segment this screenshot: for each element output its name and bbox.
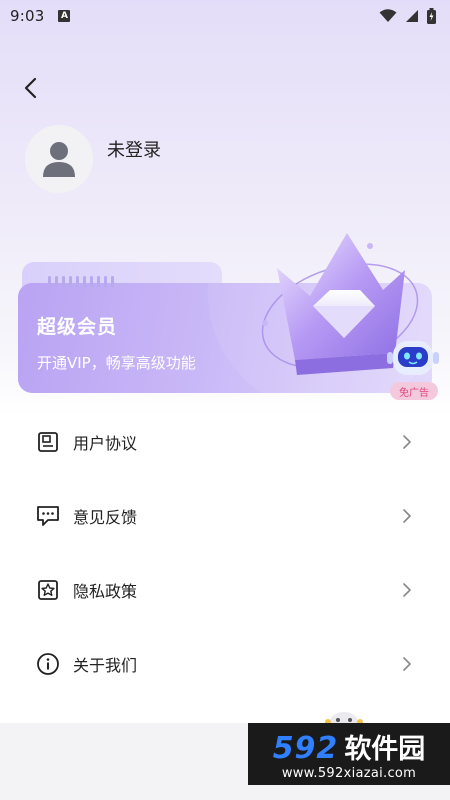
- chevron-right-icon: [400, 580, 414, 600]
- document-icon: [36, 430, 60, 454]
- status-icons: [379, 8, 436, 24]
- vip-tab-marks: [48, 276, 114, 287]
- menu-label: 关于我们: [73, 656, 138, 675]
- menu-label: 意见反馈: [73, 508, 138, 527]
- watermark-number: 592: [272, 731, 339, 766]
- watermark-url: www.592xiazai.com: [281, 766, 417, 781]
- menu-item-user-agreement[interactable]: 用户协议: [0, 412, 450, 472]
- menu-item-feedback[interactable]: 意见反馈: [0, 486, 450, 546]
- avatar[interactable]: [25, 125, 93, 193]
- login-status-text[interactable]: 未登录: [107, 136, 161, 162]
- battery-icon: [427, 8, 436, 24]
- chevron-right-icon: [400, 506, 414, 526]
- robot-icon: [387, 341, 439, 375]
- back-button[interactable]: [16, 72, 44, 104]
- menu-item-privacy-policy[interactable]: 隐私政策: [0, 560, 450, 620]
- wifi-icon: [379, 9, 397, 22]
- notification-a-icon: A: [58, 10, 71, 22]
- signal-icon: [406, 10, 418, 22]
- status-bar: 9:03 A: [0, 0, 450, 32]
- watermark: 592 软件园 www.592xiazai.com: [248, 723, 450, 785]
- chevron-left-icon: [24, 77, 37, 99]
- feedback-icon: [36, 504, 60, 528]
- vip-subtitle: 开通VIP，畅享高级功能: [37, 354, 196, 372]
- user-icon: [43, 142, 75, 177]
- vip-title: 超级会员: [37, 316, 118, 338]
- no-ads-badge: 免广告: [390, 382, 438, 400]
- star-shield-icon: [36, 578, 60, 602]
- status-time: 9:03: [10, 7, 45, 25]
- chevron-right-icon: [400, 432, 414, 452]
- menu-item-about-us[interactable]: 关于我们: [0, 634, 450, 694]
- menu-label: 用户协议: [73, 434, 138, 453]
- menu-label: 隐私政策: [73, 582, 138, 601]
- chevron-right-icon: [400, 654, 414, 674]
- info-icon: [36, 652, 60, 676]
- watermark-text: 软件园: [344, 734, 426, 765]
